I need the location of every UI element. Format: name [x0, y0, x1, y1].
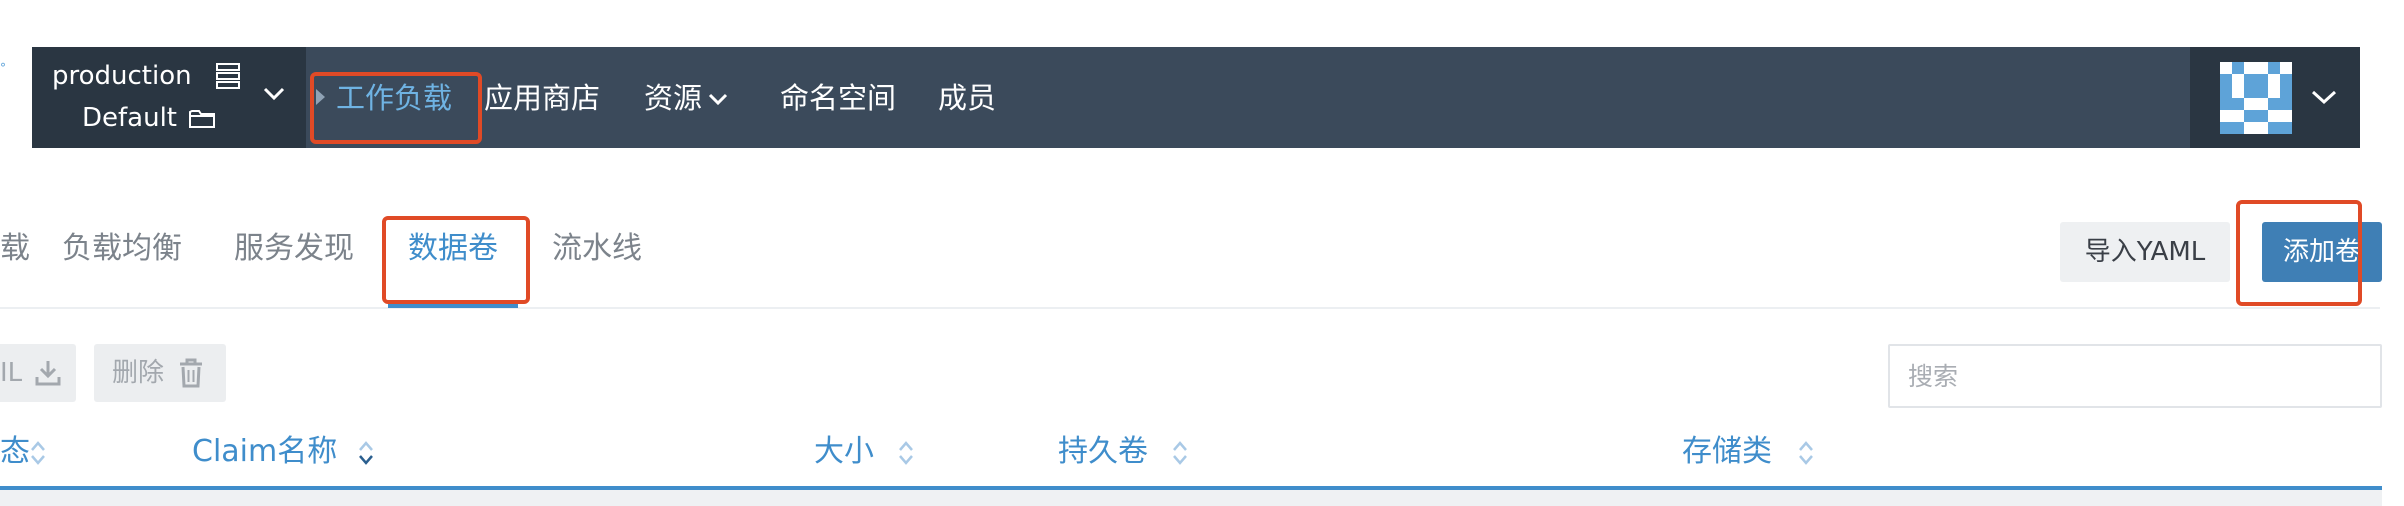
download-yaml-label: IL — [0, 358, 23, 388]
avatar[interactable] — [2220, 62, 2292, 134]
table-row — [0, 490, 2382, 506]
tabs-divider — [0, 307, 2380, 309]
column-header-storage-class[interactable]: 存储类 — [1682, 432, 1772, 472]
column-header-claim-name[interactable]: Claim名称 — [192, 432, 337, 472]
tab-load-balancing[interactable]: 负载均衡 — [62, 226, 182, 272]
chevron-down-icon[interactable] — [2310, 88, 2338, 106]
download-icon — [35, 361, 61, 386]
nav-namespaces[interactable]: 命名空间 — [780, 78, 896, 118]
highlight-nav-workloads — [310, 72, 482, 144]
sort-icon[interactable] — [356, 438, 376, 468]
folder-icon — [189, 110, 215, 128]
highlight-tab-volumes — [382, 216, 530, 304]
nav-app-store[interactable]: 应用商店 — [484, 78, 600, 118]
chevron-down-icon[interactable] — [262, 86, 286, 102]
import-yaml-button[interactable]: 导入YAML — [2060, 222, 2230, 282]
trash-icon — [180, 358, 202, 388]
active-tab-underline — [388, 304, 518, 308]
project-name: Default — [82, 103, 177, 133]
search-input[interactable] — [1888, 344, 2382, 408]
sort-icon[interactable] — [1170, 438, 1190, 468]
tab-service-discovery[interactable]: 服务发现 — [234, 226, 354, 272]
sort-icon[interactable] — [1796, 438, 1816, 468]
chevron-down-icon[interactable] — [708, 92, 728, 106]
cluster-name: production — [52, 61, 192, 91]
sort-icon[interactable] — [896, 438, 916, 468]
nav-members[interactable]: 成员 — [938, 78, 996, 118]
column-header-persistent-volume[interactable]: 持久卷 — [1058, 432, 1148, 472]
tab-pipeline[interactable]: 流水线 — [552, 226, 642, 272]
column-header-size[interactable]: 大小 — [814, 432, 874, 472]
column-header-state[interactable]: 态 — [0, 432, 30, 472]
sort-icon[interactable] — [28, 438, 48, 468]
edge-dot: ° — [0, 61, 6, 75]
server-icon — [216, 63, 240, 89]
highlight-add-volume — [2236, 200, 2362, 306]
tab-partial[interactable]: 载 — [0, 226, 30, 272]
delete-label: 删除 — [112, 358, 165, 388]
nav-resources[interactable]: 资源 — [644, 78, 702, 118]
